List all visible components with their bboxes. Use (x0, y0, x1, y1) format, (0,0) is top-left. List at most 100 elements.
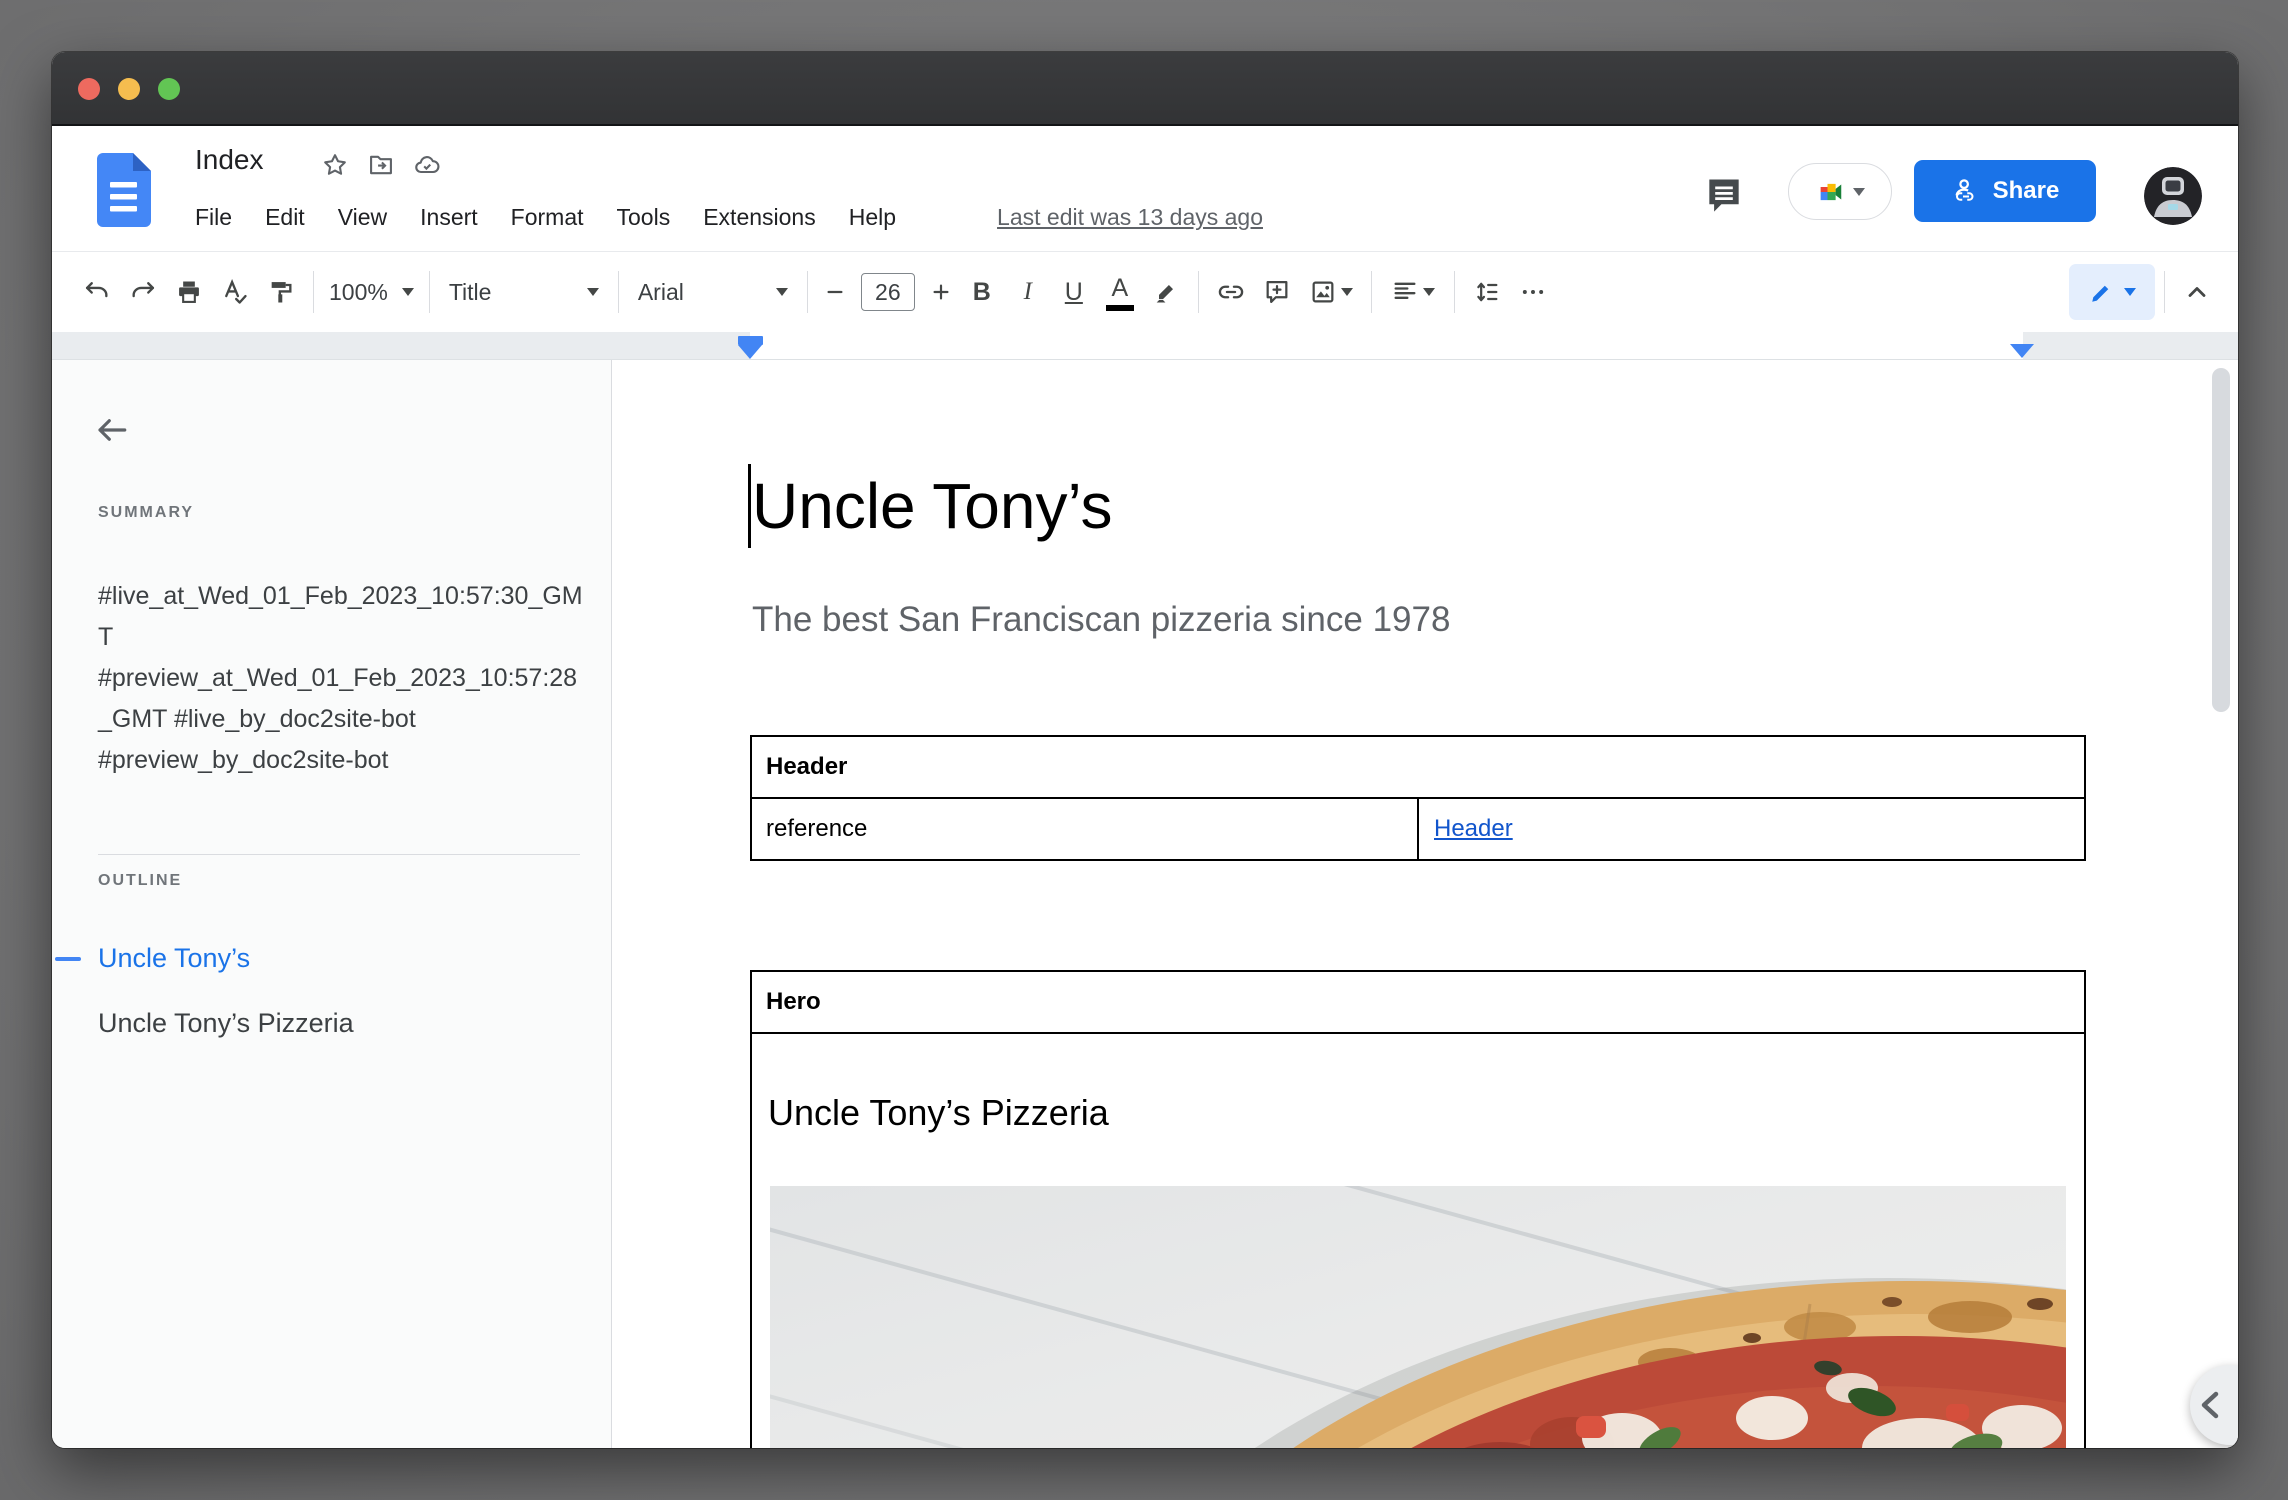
italic-glyph: I (1024, 278, 1032, 306)
header-table[interactable]: Header reference Header (750, 735, 2086, 861)
zoom-value: 100% (329, 279, 388, 306)
google-meet-icon (1815, 177, 1845, 207)
window-controls (78, 78, 180, 100)
chevron-left-icon (2190, 1365, 2238, 1445)
menu-bar: File Edit View Insert Format Tools Exten… (195, 204, 1263, 231)
close-window-button[interactable] (78, 78, 100, 100)
hero-table[interactable]: Hero Uncle Tony’s Pizzeria (750, 970, 2086, 1448)
underline-button[interactable]: U (1051, 269, 1097, 315)
image-dropdown-icon (1341, 288, 1353, 296)
google-docs-logo-icon[interactable] (97, 153, 151, 227)
meet-dropdown-icon (1853, 188, 1865, 196)
minimize-window-button[interactable] (118, 78, 140, 100)
insert-link-button[interactable] (1208, 269, 1254, 315)
pizza-image[interactable] (770, 1186, 2066, 1448)
doc-title-line[interactable]: Uncle Tony’s (748, 464, 1113, 548)
document-editing-surface[interactable]: Uncle Tony’s The best San Franciscan piz… (612, 360, 2238, 1448)
font-size-input[interactable]: 26 (861, 273, 915, 311)
bold-button[interactable]: B (959, 269, 1005, 315)
document-summary-sidebar: SUMMARY #live_at_Wed_01_Feb_2023_10:57:3… (52, 360, 612, 1448)
share-button-label: Share (1993, 177, 2060, 205)
menu-edit[interactable]: Edit (265, 204, 305, 231)
header-table-link-cell[interactable]: Header (1419, 799, 2084, 859)
text-cursor (748, 464, 751, 548)
hero-table-title-cell[interactable]: Hero (752, 972, 2084, 1034)
maximize-window-button[interactable] (158, 78, 180, 100)
share-button[interactable]: Share (1914, 160, 2096, 222)
zoom-dropdown-icon (402, 288, 414, 296)
paragraph-style-select[interactable]: Title (439, 269, 609, 315)
decrease-font-size-button[interactable] (817, 269, 853, 315)
account-avatar[interactable] (2144, 167, 2202, 225)
docs-header: Index File Edit View Insert Format Tools… (52, 126, 2238, 252)
spellcheck-button[interactable] (212, 269, 258, 315)
outline-section-label: OUTLINE (98, 872, 182, 890)
zoom-select[interactable]: 100% (323, 269, 420, 315)
last-edit-link[interactable]: Last edit was 13 days ago (997, 204, 1263, 231)
menu-tools[interactable]: Tools (617, 204, 671, 231)
more-options-button[interactable] (1510, 269, 1556, 315)
doc-title-text[interactable]: Uncle Tony’s (752, 464, 1113, 548)
app-window: Index File Edit View Insert Format Tools… (52, 52, 2238, 1448)
style-dropdown-icon (587, 288, 599, 296)
align-button[interactable] (1381, 269, 1445, 315)
font-dropdown-icon (776, 288, 788, 296)
outline-item-uncle-tonys-pizzeria[interactable]: Uncle Tony’s Pizzeria (98, 1008, 354, 1039)
add-comment-button[interactable] (1254, 269, 1300, 315)
highlight-color-button[interactable] (1143, 269, 1189, 315)
paint-format-button[interactable] (258, 269, 304, 315)
menu-insert[interactable]: Insert (420, 204, 478, 231)
menu-view[interactable]: View (338, 204, 387, 231)
sidebar-divider (98, 854, 580, 855)
hide-side-panel-button[interactable] (2190, 1365, 2238, 1445)
outline-active-indicator (55, 957, 81, 961)
summary-text: #live_at_Wed_01_Feb_2023_10:57:30_GMT #p… (98, 576, 584, 781)
join-meet-button[interactable] (1788, 163, 1892, 220)
move-to-folder-icon[interactable] (366, 150, 396, 180)
text-color-swatch (1106, 305, 1134, 311)
doc-subtitle-text[interactable]: The best San Franciscan pizzeria since 1… (752, 600, 1450, 640)
star-icon[interactable] (320, 150, 350, 180)
share-lock-person-icon (1951, 176, 1981, 206)
summary-section-label: SUMMARY (98, 504, 194, 522)
outline-item-uncle-tonys[interactable]: Uncle Tony’s (98, 943, 250, 974)
header-table-title-cell[interactable]: Header (752, 737, 2084, 799)
horizontal-ruler (52, 332, 2238, 360)
underline-glyph: U (1065, 278, 1083, 307)
line-spacing-button[interactable] (1464, 269, 1510, 315)
font-family-value: Arial (638, 279, 684, 306)
font-size-value: 26 (875, 279, 901, 306)
ruler-text-area (750, 332, 2023, 359)
window-titlebar (52, 52, 2238, 126)
italic-button[interactable]: I (1005, 269, 1051, 315)
open-comment-history-button[interactable] (1702, 174, 1746, 218)
document-title[interactable]: Index (195, 144, 264, 176)
hero-heading-text[interactable]: Uncle Tony’s Pizzeria (768, 1092, 2068, 1134)
left-indent-marker[interactable] (738, 336, 763, 359)
hide-menus-button[interactable] (2174, 269, 2220, 315)
bold-glyph: B (973, 278, 991, 307)
font-family-select[interactable]: Arial (628, 269, 798, 315)
header-table-reference-cell[interactable]: reference (752, 799, 1419, 859)
paragraph-style-value: Title (449, 279, 492, 306)
print-button[interactable] (166, 269, 212, 315)
menu-help[interactable]: Help (849, 204, 896, 231)
undo-button[interactable] (74, 269, 120, 315)
formatting-toolbar: 100% Title Arial 26 B I U (52, 252, 2238, 332)
text-color-glyph: A (1111, 274, 1128, 303)
editing-mode-button[interactable] (2069, 264, 2155, 320)
pencil-edit-icon (2089, 279, 2115, 305)
redo-button[interactable] (120, 269, 166, 315)
insert-image-button[interactable] (1300, 269, 1362, 315)
header-link[interactable]: Header (1434, 815, 1513, 843)
text-color-button[interactable]: A (1097, 269, 1143, 315)
pizza-illustration (770, 1186, 2066, 1448)
close-sidebar-back-arrow-icon[interactable] (94, 412, 138, 456)
document-status-cloud-icon[interactable] (412, 150, 442, 180)
menu-format[interactable]: Format (511, 204, 584, 231)
vertical-scrollbar-thumb[interactable] (2212, 368, 2230, 712)
increase-font-size-button[interactable] (923, 269, 959, 315)
right-indent-marker[interactable] (2010, 344, 2034, 358)
menu-extensions[interactable]: Extensions (703, 204, 816, 231)
menu-file[interactable]: File (195, 204, 232, 231)
